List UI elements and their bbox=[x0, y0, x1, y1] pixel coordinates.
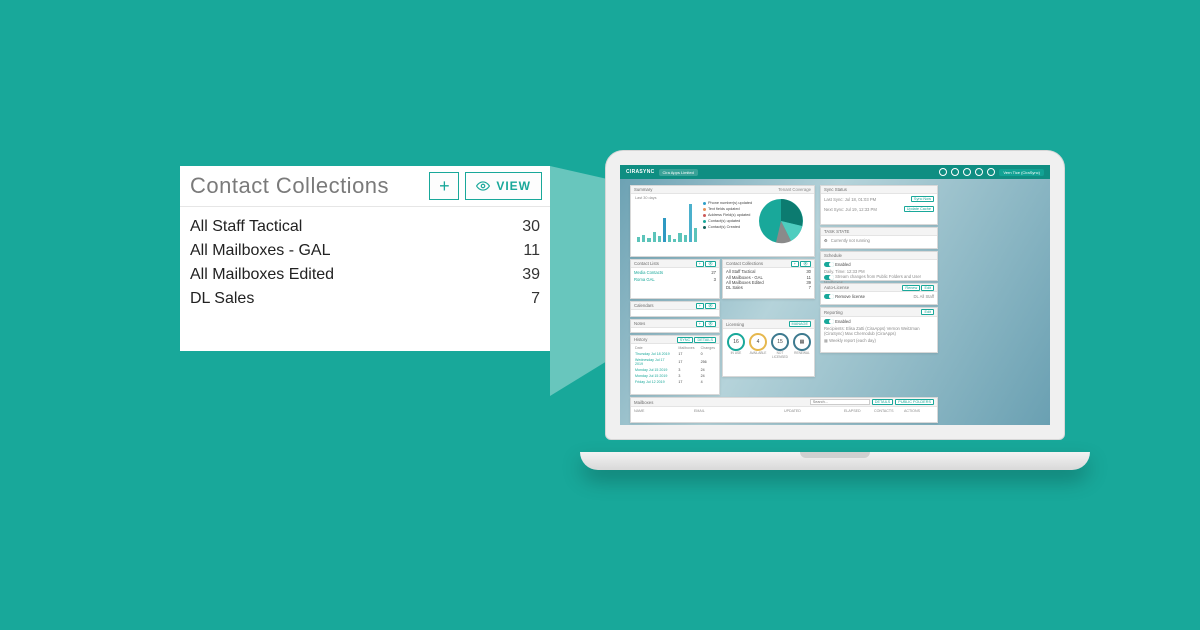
summary-legend: Phone number(s) updated Text fields upda… bbox=[703, 200, 752, 230]
list-item[interactable]: All Mailboxes Edited39 bbox=[190, 263, 540, 287]
stream-toggle[interactable] bbox=[824, 275, 834, 280]
reporting-card: Reporting Edit Enabled Recipients: Elisa… bbox=[820, 307, 938, 353]
history-card: History SYNC DETAILS DateMailboxesChange… bbox=[630, 335, 720, 395]
laptop-base bbox=[580, 452, 1090, 470]
licensing-renewal-ring: ▦ bbox=[793, 333, 811, 351]
edit-button[interactable]: Edit bbox=[921, 285, 934, 291]
add-button[interactable]: + bbox=[696, 321, 704, 327]
contact-collections-card: Contact Collections + 👁 All Staff Tactic… bbox=[722, 259, 815, 299]
help-icon[interactable] bbox=[987, 168, 995, 176]
public-folders-button[interactable]: PUBLIC FOLDERS bbox=[895, 399, 934, 405]
add-button[interactable]: + bbox=[696, 261, 704, 267]
dashboard: CIRASYNC Cira Apps Limited Vern Tice (Ci… bbox=[620, 165, 1050, 425]
licensing-inuse-ring: 16 bbox=[727, 333, 745, 351]
card-title: Auto-License bbox=[824, 285, 849, 290]
view-label: VIEW bbox=[496, 179, 531, 193]
calendar-icon: ▦ bbox=[824, 338, 828, 343]
update-cache-button[interactable]: Update Cache bbox=[904, 206, 934, 212]
details-button[interactable]: DETAILS bbox=[872, 399, 894, 405]
filter-details[interactable]: DETAILS bbox=[694, 337, 716, 343]
view-button[interactable]: 👁 bbox=[705, 321, 716, 327]
view-button[interactable]: 👁 bbox=[705, 303, 716, 309]
view-button[interactable]: VIEW bbox=[465, 172, 542, 200]
card-title: Summary bbox=[634, 187, 652, 192]
coverage-pie bbox=[756, 196, 806, 246]
card-title: TASK STATE bbox=[824, 229, 849, 234]
remove-license-toggle[interactable] bbox=[824, 294, 834, 299]
schedule-card: Schedule Enabled Daily. Time: 12:33 PM S… bbox=[820, 251, 938, 281]
card-title: Reporting bbox=[824, 310, 843, 315]
card-title: History bbox=[634, 337, 647, 342]
edit-button[interactable]: Edit bbox=[921, 309, 934, 315]
renew-button[interactable]: Renew bbox=[902, 285, 920, 291]
brand-label: CIRASYNC bbox=[626, 169, 655, 175]
table-row[interactable]: Thursday Jul 18 2019170 bbox=[633, 352, 717, 356]
card-title: Sync Status bbox=[824, 187, 847, 192]
view-button[interactable]: 👁 bbox=[800, 261, 811, 267]
table-row[interactable]: Monday Jul 15 2019324 bbox=[633, 368, 717, 372]
list-item[interactable]: DL Sales bbox=[726, 285, 743, 290]
summary-card: SummaryTenant Coverage Last 30 days Phon… bbox=[630, 185, 815, 257]
list-item[interactable]: All Staff Tactical bbox=[726, 269, 755, 274]
contact-collections-panel: Contact Collections + VIEW All Staff Tac… bbox=[180, 166, 550, 351]
card-title: Calendars bbox=[634, 303, 654, 308]
card-title: Notes bbox=[634, 321, 645, 326]
contact-lists-card: Contact Lists + 👁 Media Contacts27 Roma … bbox=[630, 259, 720, 299]
view-button[interactable]: 👁 bbox=[705, 261, 716, 267]
nav-icon[interactable] bbox=[939, 168, 947, 176]
laptop-screen-frame: CIRASYNC Cira Apps Limited Vern Tice (Ci… bbox=[605, 150, 1065, 440]
eye-icon bbox=[476, 179, 490, 193]
auto-license-card: Auto-License Renew Edit Remove license D… bbox=[820, 283, 938, 305]
sync-now-button[interactable]: Sync Now bbox=[911, 196, 934, 202]
plus-icon: + bbox=[439, 176, 450, 197]
search-input[interactable] bbox=[810, 399, 870, 405]
table-row[interactable]: Monday Jul 15 2019324 bbox=[633, 374, 717, 378]
top-bar: CIRASYNC Cira Apps Limited Vern Tice (Ci… bbox=[620, 165, 1050, 179]
gears-icon: ⚙ bbox=[824, 238, 828, 243]
filter-sync[interactable]: SYNC bbox=[677, 337, 694, 343]
summary-bar-chart bbox=[637, 202, 697, 242]
task-state-card: TASK STATE ⚙ Currently not running bbox=[820, 227, 938, 249]
user-menu[interactable]: Vern Tice (CiraSync) bbox=[999, 169, 1044, 176]
card-title: Licensing bbox=[726, 322, 744, 327]
add-button[interactable]: + bbox=[791, 261, 799, 267]
sync-status-card: Sync Status Last Sync: Jul 18, 01:03 PM … bbox=[820, 185, 938, 225]
tenant-pill[interactable]: Cira Apps Limited bbox=[659, 169, 698, 176]
laptop-mockup: CIRASYNC Cira Apps Limited Vern Tice (Ci… bbox=[580, 150, 1090, 480]
list-item[interactable]: All Staff Tactical30 bbox=[190, 215, 540, 239]
add-button[interactable]: + bbox=[696, 303, 704, 309]
nav-icon[interactable] bbox=[951, 168, 959, 176]
list-item[interactable]: Media Contacts bbox=[634, 270, 663, 275]
list-item[interactable]: DL Sales7 bbox=[190, 287, 540, 311]
collection-list: All Staff Tactical30 All Mailboxes - GAL… bbox=[180, 207, 550, 351]
licensing-avail-ring: 4 bbox=[749, 333, 767, 351]
panel-title: Contact Collections bbox=[190, 173, 423, 199]
calendars-card: Calendars + 👁 bbox=[630, 301, 720, 317]
mailboxes-card: Mailboxes DETAILS PUBLIC FOLDERS NAME EM… bbox=[630, 397, 938, 423]
list-item[interactable]: Roma GAL bbox=[634, 277, 655, 282]
laptop-screen: CIRASYNC Cira Apps Limited Vern Tice (Ci… bbox=[620, 165, 1050, 425]
list-item[interactable]: All Mailboxes - GAL11 bbox=[190, 239, 540, 263]
table-header: DateMailboxesChanges bbox=[633, 346, 717, 350]
card-title: Mailboxes bbox=[634, 400, 653, 405]
nav-icon[interactable] bbox=[975, 168, 983, 176]
mailboxes-header-row: NAME EMAIL UPDATED ELAPSED CONTACTS ACTI… bbox=[631, 407, 937, 415]
schedule-toggle[interactable] bbox=[824, 262, 834, 267]
table-row[interactable]: Wednesday Jul 17 201917256 bbox=[633, 358, 717, 366]
add-collection-button[interactable]: + bbox=[429, 172, 459, 200]
manage-button[interactable]: MANAGE bbox=[789, 321, 811, 327]
nav-icon[interactable] bbox=[963, 168, 971, 176]
card-title: Contact Lists bbox=[634, 261, 659, 266]
licensing-notlic-ring: 15 bbox=[771, 333, 789, 351]
notes-card: Notes + 👁 bbox=[630, 319, 720, 333]
card-title: Schedule bbox=[824, 253, 842, 258]
table-row[interactable]: Friday Jul 12 2019174 bbox=[633, 380, 717, 384]
card-title: Contact Collections bbox=[726, 261, 763, 266]
reporting-toggle[interactable] bbox=[824, 319, 834, 324]
laptop-notch bbox=[800, 452, 870, 458]
licensing-card: Licensing MANAGE 16IN USE 4AVAILABLE 15N… bbox=[722, 319, 815, 377]
panel-header: Contact Collections + VIEW bbox=[180, 166, 550, 207]
